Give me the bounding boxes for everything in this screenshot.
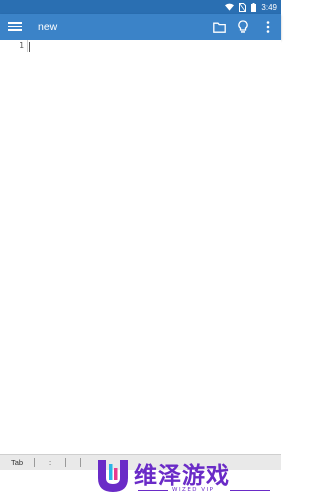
watermark-line <box>138 490 168 491</box>
watermark-line <box>230 490 270 491</box>
menu-icon[interactable] <box>8 20 22 34</box>
app-bar: new <box>0 14 281 40</box>
more-vert-icon[interactable] <box>261 20 275 34</box>
tab-key[interactable]: Tab <box>0 455 34 470</box>
wifi-icon <box>225 3 235 11</box>
no-sim-icon <box>239 2 247 12</box>
extra-key[interactable] <box>66 455 80 470</box>
folder-icon[interactable] <box>212 20 226 34</box>
document-title: new <box>38 21 58 33</box>
watermark-logo-icon <box>94 456 132 499</box>
watermark: 维泽游戏 WIZED VIP <box>90 454 281 500</box>
text-cursor <box>29 42 30 52</box>
battery-icon <box>251 2 257 12</box>
line-number: 1 <box>19 41 24 50</box>
code-editor[interactable]: 1 <box>0 40 281 454</box>
lightbulb-icon[interactable] <box>236 20 250 34</box>
status-bar: 3:49 <box>0 0 281 14</box>
colon-key[interactable]: : <box>35 455 65 470</box>
watermark-text: 维泽游戏 <box>134 463 230 489</box>
watermark-subtext: WIZED VIP <box>172 487 215 493</box>
status-time: 3:49 <box>261 2 277 12</box>
gutter-divider <box>27 40 28 52</box>
key-separator <box>80 458 81 467</box>
